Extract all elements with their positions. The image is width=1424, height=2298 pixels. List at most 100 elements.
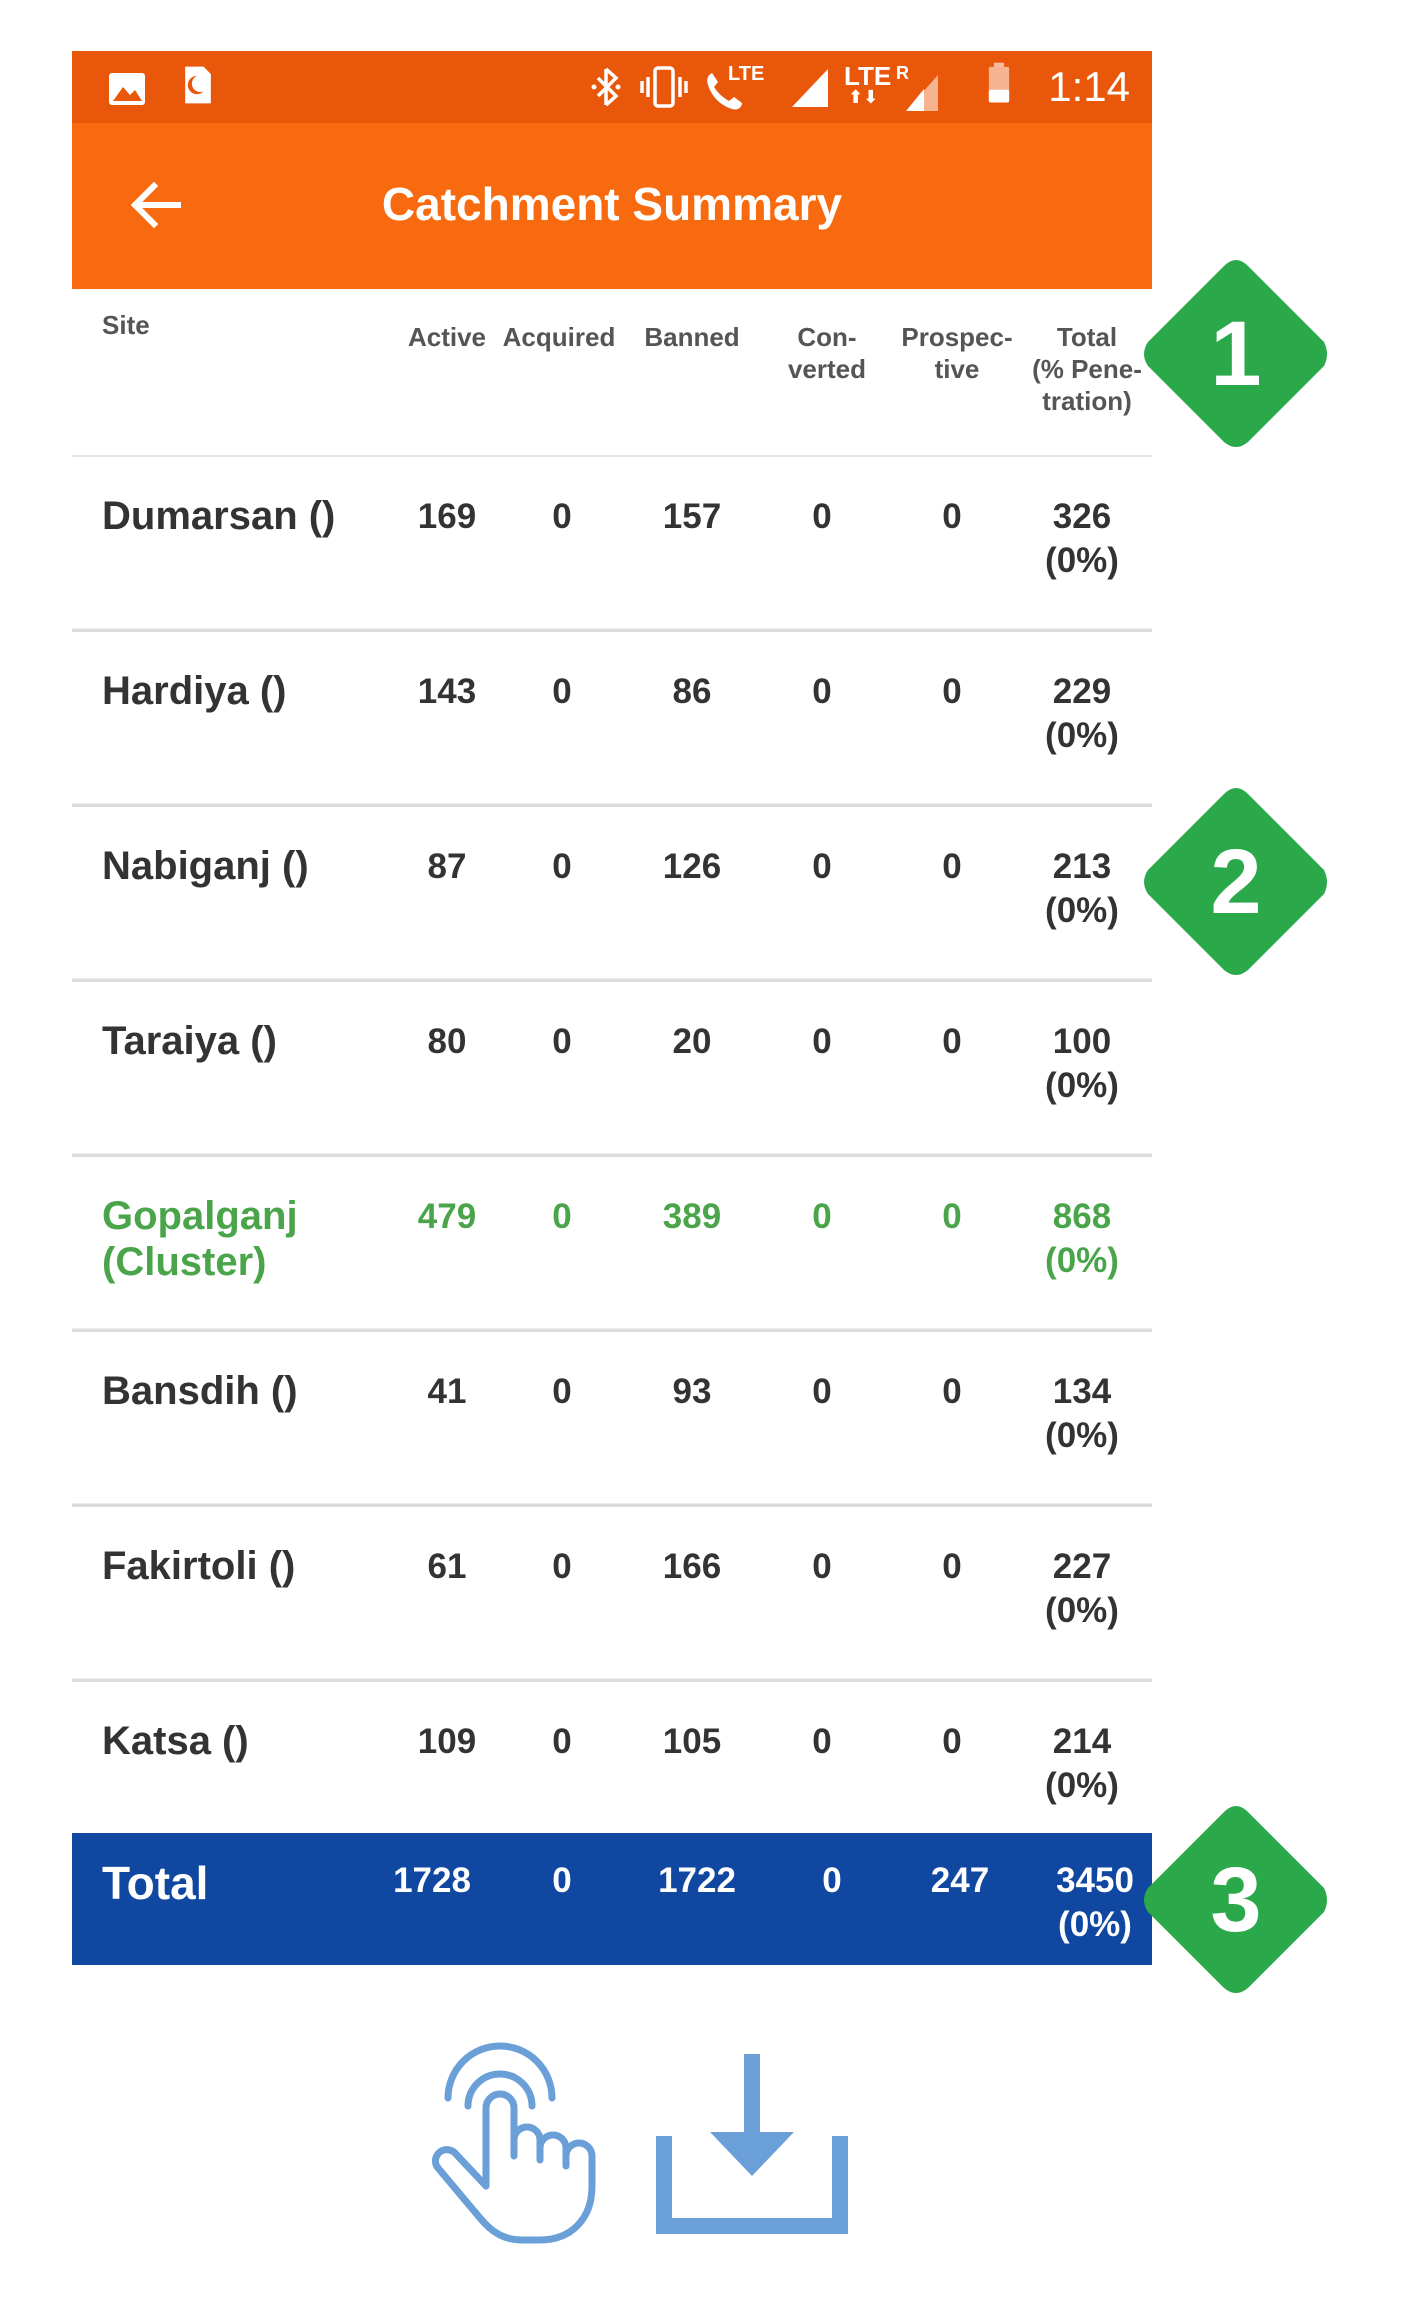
badge-number: 3	[1210, 1849, 1262, 1951]
table-header: Site Active Acquired Banned Con- verted …	[72, 289, 1152, 457]
cell-converted: 0	[812, 1547, 832, 1586]
cell-converted: 0	[812, 497, 832, 536]
cell-acquired: 0	[552, 497, 572, 536]
total-label: Total	[102, 1857, 209, 1909]
cell-banned: 20	[672, 1022, 712, 1061]
total-row: Total 1728 0 1722 0 247 3450 (0%)	[72, 1833, 1152, 1965]
site-name-line2: (Cluster)	[102, 1240, 267, 1284]
cell-banned: 105	[662, 1722, 722, 1761]
header-banned: Banned	[644, 322, 740, 352]
volte-label: LTE	[728, 63, 765, 85]
bluetooth-icon	[591, 67, 621, 107]
table-row[interactable]: Taraiya () 80 0 20 0 0 100 (0%)	[72, 978, 1152, 1157]
header-acquired: Acquired	[502, 322, 616, 352]
download-icon[interactable]	[654, 2052, 850, 2236]
cell-total: 227 (0%)	[1022, 1545, 1142, 1633]
header-prospective: Prospec- tive	[882, 321, 1032, 385]
row-separator	[72, 1489, 1152, 1504]
site-name-line1: Taraiya ()	[102, 1019, 277, 1063]
table-row[interactable]: Dumarsan () 169 0 157 0 0 326 (0%)	[72, 457, 1152, 632]
total-active: 1728	[393, 1861, 471, 1900]
cell-converted: 0	[812, 672, 832, 711]
table-row[interactable]: Nabiganj () 87 0 126 0 0 213 (0%)	[72, 803, 1152, 982]
cell-converted: 0	[812, 1372, 832, 1411]
summary-table: Site Active Acquired Banned Con- verted …	[72, 289, 1152, 1857]
cell-total-value: 134	[1052, 1372, 1112, 1411]
site-name-line1: Fakirtoli ()	[102, 1544, 296, 1588]
cell-converted: 0	[812, 1022, 832, 1061]
header-total: Total (% Pene- tration)	[1022, 321, 1152, 417]
table-row[interactable]: Hardiya () 143 0 86 0 0 229 (0%)	[72, 628, 1152, 807]
cell-active: 479	[417, 1197, 477, 1236]
clock: 1:14	[1048, 63, 1130, 110]
cell-banned: 126	[662, 847, 722, 886]
header-total-line2: (% Pene-	[1032, 354, 1142, 384]
cell-total-pct: (0%)	[1045, 1066, 1119, 1105]
header-total-line3: tration)	[1042, 386, 1132, 416]
page-title: Catchment Summary	[72, 177, 1152, 231]
total-banned: 1722	[658, 1861, 736, 1900]
cell-total-value: 214	[1052, 1722, 1112, 1761]
row-separator	[72, 1139, 1152, 1154]
site-name: Taraiya ()	[102, 1018, 362, 1064]
cell-active: 143	[417, 672, 477, 711]
site-name: Hardiya ()	[102, 668, 362, 714]
site-name: Gopalganj (Cluster)	[102, 1193, 362, 1285]
table-row[interactable]: Fakirtoli () 61 0 166 0 0 227 (0%)	[72, 1503, 1152, 1682]
header-prospective-line1: Prospec-	[901, 322, 1013, 352]
site-name: Fakirtoli ()	[102, 1543, 362, 1589]
data-arrows: ⬆⬇	[848, 87, 879, 107]
status-bar: LTE LTE ⬆⬇ R 1:14	[72, 51, 1152, 123]
row-separator	[72, 1314, 1152, 1329]
table-row[interactable]: Bansdih () 41 0 93 0 0 134 (0%)	[72, 1328, 1152, 1507]
site-name: Dumarsan ()	[102, 493, 362, 539]
cell-acquired: 0	[552, 1722, 572, 1761]
cell-total: 100 (0%)	[1022, 1020, 1142, 1108]
cell-banned: 86	[672, 672, 712, 711]
header-total-line1: Total	[1056, 322, 1118, 352]
table-body: Dumarsan () 169 0 157 0 0 326 (0%) Hardiya () 143…	[72, 457, 1152, 1857]
cell-total-pct: (0%)	[1045, 1416, 1119, 1455]
cell-acquired: 0	[552, 1197, 572, 1236]
header-converted-line2: verted	[787, 354, 867, 384]
cell-total-pct: (0%)	[1045, 1241, 1119, 1280]
cell-active: 80	[427, 1022, 467, 1061]
cell-active: 87	[427, 847, 467, 886]
signal-icon	[792, 69, 828, 107]
callout-badge-3: 3	[1136, 1800, 1336, 2000]
site-name: Nabiganj ()	[102, 843, 362, 889]
cell-total: 868 (0%)	[1022, 1195, 1142, 1283]
cell-acquired: 0	[552, 847, 572, 886]
cell-total: 214 (0%)	[1022, 1720, 1142, 1808]
cell-active: 41	[427, 1372, 467, 1411]
page-title-text: Catchment Summary	[381, 178, 843, 230]
cell-active: 61	[427, 1547, 467, 1586]
site-name: Bansdih ()	[102, 1368, 362, 1414]
site-name-line1: Dumarsan ()	[102, 494, 336, 538]
cell-prospective: 0	[942, 1372, 962, 1411]
badge-number: 2	[1210, 831, 1262, 933]
cell-total-value: 100	[1052, 1022, 1112, 1061]
cell-prospective: 0	[942, 1022, 962, 1061]
cell-total: 134 (0%)	[1022, 1370, 1142, 1458]
cell-total-value: 229	[1052, 672, 1112, 711]
cell-total: 326 (0%)	[1022, 495, 1142, 583]
sim-card-icon	[185, 66, 211, 104]
vibrate-icon	[640, 66, 688, 108]
battery-icon	[988, 62, 1010, 103]
cell-total-value: 868	[1052, 1197, 1112, 1236]
row-separator	[72, 614, 1152, 629]
cell-total: 229 (0%)	[1022, 670, 1142, 758]
callout-badge-2: 2	[1136, 782, 1336, 982]
cell-active: 169	[417, 497, 477, 536]
cell-prospective: 0	[942, 1547, 962, 1586]
row-separator	[72, 1664, 1152, 1679]
cell-converted: 0	[812, 847, 832, 886]
cell-acquired: 0	[552, 1022, 572, 1061]
callout-badge-1: 1	[1136, 254, 1336, 454]
hand-tap-icon[interactable]	[418, 2036, 598, 2246]
table-row[interactable]: Katsa () 109 0 105 0 0 214 (0%)	[72, 1678, 1152, 1857]
cell-acquired: 0	[552, 672, 572, 711]
image-icon	[109, 73, 145, 105]
table-row[interactable]: Gopalganj (Cluster) 479 0 389 0 0 868 (0%)	[72, 1153, 1152, 1332]
